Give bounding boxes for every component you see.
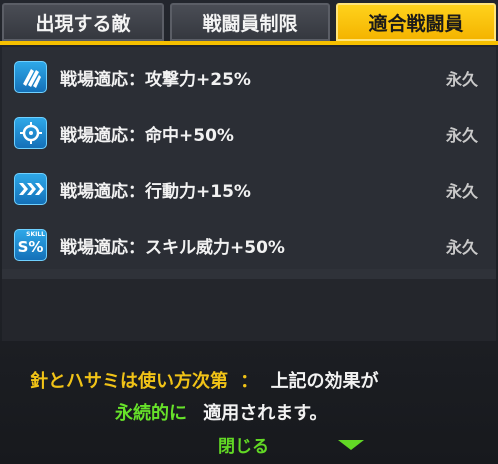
message-text-a: 上記の効果が [270, 371, 379, 392]
effect-list: 戦場適応：攻撃力+25% 永久 戦場適応：命中+50% 永久 戦場適応：行動力+… [2, 47, 496, 269]
permanent-text: 永続的に [115, 403, 187, 424]
effect-duration: 永久 [445, 70, 478, 89]
attack-bullets-icon [14, 61, 47, 93]
tab-compatible-operators[interactable]: 適合戦闘員 [336, 3, 496, 41]
crosshair-icon [14, 117, 47, 149]
effect-row: 戦場適応：攻撃力+25% 永久 [2, 51, 496, 101]
tab-enemies[interactable]: 出現する敵 [2, 3, 164, 41]
effect-row: 戦場適応：命中+50% 永久 [2, 107, 496, 157]
message-text-b: 適用されます。 [203, 403, 328, 424]
effect-duration: 永久 [445, 182, 478, 201]
skill-icon-small-text: SKILL [26, 231, 45, 238]
effect-label: 戦場適応：行動力+15% [60, 182, 251, 202]
effect-message-line2: 永続的に 適用されます。 [115, 399, 327, 425]
effect-label: 戦場適応：命中+50% [60, 126, 234, 146]
skill-percent-icon: S% SKILL [14, 229, 47, 261]
effect-label: 戦場適応：スキル威力+50% [60, 238, 285, 258]
close-button[interactable]: 閉じる [218, 432, 269, 457]
effect-row: 戦場適応：行動力+15% 永久 [2, 163, 496, 213]
tab-restrictions[interactable]: 戦闘員制限 [170, 3, 330, 41]
effect-label: 戦場適応：攻撃力+25% [60, 70, 251, 90]
source-name: 針とハサミは使い方次第 [30, 371, 228, 392]
effects-dialog: 出現する敵 戦闘員制限 適合戦闘員 戦場適応：攻撃力+25% 永久 戦場適応：命… [0, 0, 498, 464]
info-footer: 針とハサミは使い方次第 ： 上記の効果が 永続的に 適用されます。 閉じる [0, 341, 498, 464]
effect-row: S% SKILL 戦場適応：スキル威力+50% 永久 [2, 219, 496, 269]
speed-chevrons-icon [14, 173, 47, 205]
effect-message-line1: 針とハサミは使い方次第 ： 上記の効果が [30, 367, 379, 393]
separator: ： [240, 371, 259, 392]
chevron-down-icon[interactable] [338, 440, 364, 450]
tab-bar: 出現する敵 戦闘員制限 適合戦闘員 [0, 0, 498, 45]
background-panel [2, 269, 496, 341]
background-bar [2, 269, 496, 279]
effect-duration: 永久 [445, 126, 478, 145]
effect-duration: 永久 [445, 238, 478, 257]
skill-icon-big-text: S% [17, 238, 44, 256]
tab-underline [0, 41, 498, 45]
